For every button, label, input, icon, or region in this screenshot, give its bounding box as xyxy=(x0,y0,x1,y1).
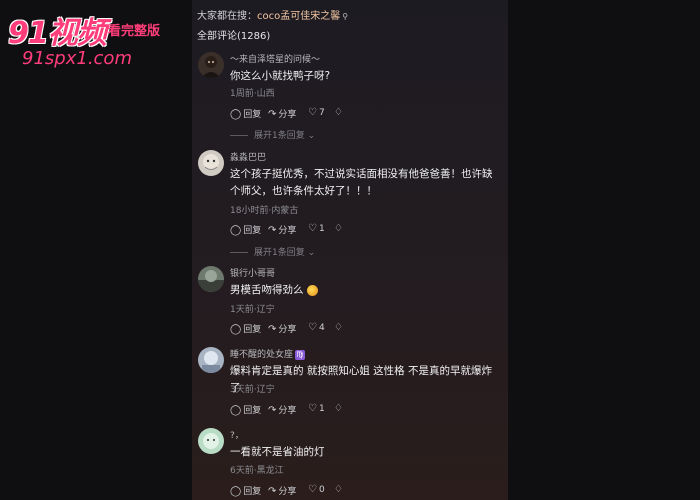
heart-icon: ♡ xyxy=(308,403,317,414)
share-button[interactable]: ↷ 分享 xyxy=(268,107,296,120)
like-button[interactable]: ♡ 1 xyxy=(308,223,325,234)
search-keyword[interactable]: coco孟可佳宋之馨 xyxy=(257,11,340,22)
share-button[interactable]: ↷ 分享 xyxy=(268,484,296,497)
avatar[interactable] xyxy=(198,52,224,78)
heart-icon: ♡ xyxy=(308,107,317,118)
emoji-icon xyxy=(306,284,318,296)
like-count: 1 xyxy=(318,224,325,234)
like-count: 0 xyxy=(318,485,325,495)
dislike-button[interactable]: ♢ xyxy=(334,484,345,495)
like-count: 1 xyxy=(318,404,325,414)
share-icon: ↷ xyxy=(268,109,277,120)
site-watermark: 91视频 看完整版 91spx1.com xyxy=(8,8,192,69)
comment-text: 男模舌吻得劲么 xyxy=(230,282,500,299)
divider xyxy=(230,135,248,136)
like-count: 7 xyxy=(318,108,325,118)
expand-replies[interactable]: 展开1条回复 ⌄ xyxy=(230,245,315,258)
heart-icon: ♡ xyxy=(308,223,317,234)
zodiac-icon: ♍ xyxy=(295,350,306,360)
comment-username[interactable]: ～来自泽塔星的问候～ xyxy=(230,52,320,65)
chevron-down-icon: ⌄ xyxy=(304,131,316,141)
comment-meta: 1周前·山西 xyxy=(230,89,275,99)
reply-button[interactable]: ◯ 回复 xyxy=(230,223,261,236)
right-backdrop xyxy=(508,0,700,500)
share-icon: ↷ xyxy=(268,324,277,335)
comment-panel: 大家都在搜：coco孟可佳宋之馨 ⚲ 全部评论(1286) ～来自泽塔星的问候～ … xyxy=(192,0,508,500)
reply-button[interactable]: ◯ 回复 xyxy=(230,484,261,497)
like-button[interactable]: ♡ 4 xyxy=(308,322,325,333)
comment-meta: 1天前·辽宁 xyxy=(230,305,275,315)
share-button[interactable]: ↷ 分享 xyxy=(268,322,296,335)
comment-text: 你这么小就找鸭子呀? xyxy=(230,70,331,82)
share-icon: ↷ xyxy=(268,405,277,416)
dislike-button[interactable]: ♢ xyxy=(334,322,345,333)
comment-meta: 18小时前·内蒙古 xyxy=(230,206,299,216)
reply-icon: ◯ xyxy=(230,225,242,236)
avatar[interactable] xyxy=(198,266,224,292)
avatar[interactable] xyxy=(198,150,224,176)
expand-replies[interactable]: 展开1条回复 ⌄ xyxy=(230,128,315,141)
dislike-button[interactable]: ♢ xyxy=(334,223,345,234)
search-prefix: 大家都在搜： xyxy=(197,11,257,22)
comment-text: 一看就不是省油的灯 xyxy=(230,446,325,458)
reply-icon: ◯ xyxy=(230,109,242,120)
share-icon: ↷ xyxy=(268,225,277,236)
dislike-button[interactable]: ♢ xyxy=(334,403,345,414)
comment-username[interactable]: 淼淼巴巴 xyxy=(230,150,266,163)
comment-username[interactable]: 银行小哥哥 xyxy=(230,266,275,279)
thumbs-down-icon: ♢ xyxy=(334,403,343,414)
chevron-down-icon: ⌄ xyxy=(304,248,316,258)
share-button[interactable]: ↷ 分享 xyxy=(268,403,296,416)
search-suggestion[interactable]: 大家都在搜：coco孟可佳宋之馨 ⚲ xyxy=(197,7,348,22)
share-button[interactable]: ↷ 分享 xyxy=(268,223,296,236)
heart-icon: ♡ xyxy=(308,322,317,333)
comment-meta: 6天前·黑龙江 xyxy=(230,466,284,476)
reply-icon: ◯ xyxy=(230,324,242,335)
thumbs-down-icon: ♢ xyxy=(334,223,343,234)
comment-username[interactable]: 睡不醒的处女座 ♍ xyxy=(230,347,306,360)
comment-text: 这个孩子挺优秀，不过说实话面相没有他爸爸善！也许缺个师父，也许条件太好了！！！ xyxy=(230,168,493,197)
divider xyxy=(230,252,248,253)
watermark-url: 91spx1.com xyxy=(22,48,132,69)
reply-button[interactable]: ◯ 回复 xyxy=(230,322,261,335)
watermark-logo: 91视频 xyxy=(8,16,107,51)
avatar[interactable] xyxy=(198,347,224,373)
reply-button[interactable]: ◯ 回复 xyxy=(230,403,261,416)
like-button[interactable]: ♡ 1 xyxy=(308,403,325,414)
thumbs-down-icon: ♢ xyxy=(334,484,343,495)
reply-icon: ◯ xyxy=(230,486,242,497)
thumbs-down-icon: ♢ xyxy=(334,107,343,118)
comment-count: 全部评论(1286) xyxy=(197,31,271,42)
thumbs-down-icon: ♢ xyxy=(334,322,343,333)
like-count: 4 xyxy=(318,323,325,333)
like-button[interactable]: ♡ 0 xyxy=(308,484,325,495)
search-icon[interactable]: ⚲ xyxy=(342,12,348,21)
dislike-button[interactable]: ♢ xyxy=(334,107,345,118)
comment-meta: 3天前·辽宁 xyxy=(230,385,275,395)
left-backdrop xyxy=(0,0,192,500)
heart-icon: ♡ xyxy=(308,484,317,495)
reply-button[interactable]: ◯ 回复 xyxy=(230,107,261,120)
avatar[interactable] xyxy=(198,428,224,454)
comment-username[interactable]: ?， xyxy=(230,428,244,441)
share-icon: ↷ xyxy=(268,486,277,497)
watermark-subtitle: 看完整版 xyxy=(108,24,161,39)
like-button[interactable]: ♡ 7 xyxy=(308,107,325,118)
reply-icon: ◯ xyxy=(230,405,242,416)
